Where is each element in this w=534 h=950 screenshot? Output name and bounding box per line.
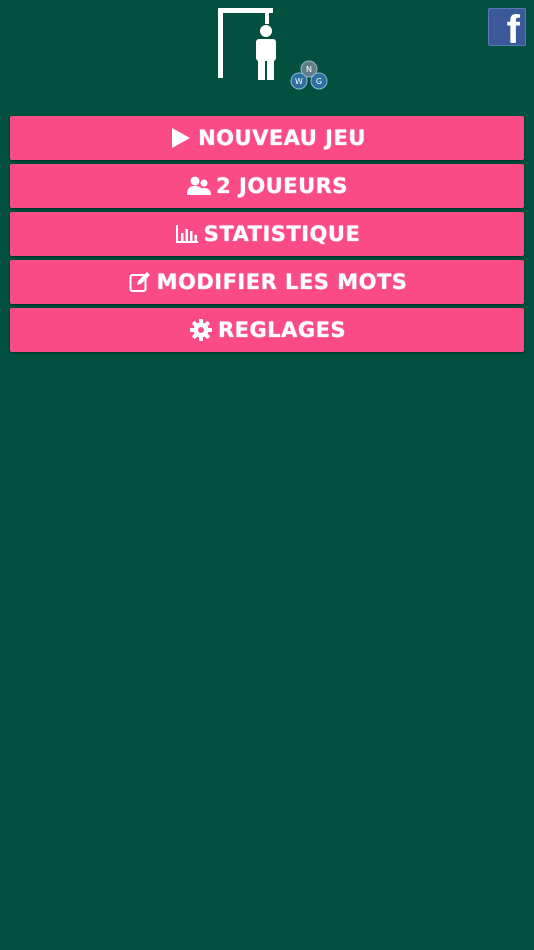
bar-chart-icon [174,222,200,246]
two-players-button[interactable]: 2 JOUEURS [10,164,524,208]
app-header: N W G f [0,0,534,110]
statistics-label: STATISTIQUE [203,222,361,246]
statistics-button[interactable]: STATISTIQUE [10,212,524,256]
settings-button[interactable]: REGLAGES [10,308,524,352]
main-menu: NOUVEAU JEU 2 JOUEURS STATISTIQUE MODIFI… [10,116,524,356]
edit-words-label: MODIFIER LES MOTS [156,270,408,294]
two-players-label: 2 JOUEURS [216,174,348,198]
nwg-molecule-icon: N W G [290,60,328,90]
edit-icon [127,270,153,294]
new-game-label: NOUVEAU JEU [198,126,366,150]
play-icon [168,126,194,150]
badge-letter-g: G [316,77,322,86]
facebook-icon: f [506,8,520,46]
facebook-share-button[interactable]: f [488,8,526,46]
gear-icon [188,318,214,342]
hangman-gallows-icon: N W G [218,8,328,90]
edit-words-button[interactable]: MODIFIER LES MOTS [10,260,524,304]
new-game-button[interactable]: NOUVEAU JEU [10,116,524,160]
badge-letter-w: W [295,77,303,86]
users-icon [186,174,212,198]
badge-letter-n: N [306,65,312,74]
settings-label: REGLAGES [217,318,347,342]
